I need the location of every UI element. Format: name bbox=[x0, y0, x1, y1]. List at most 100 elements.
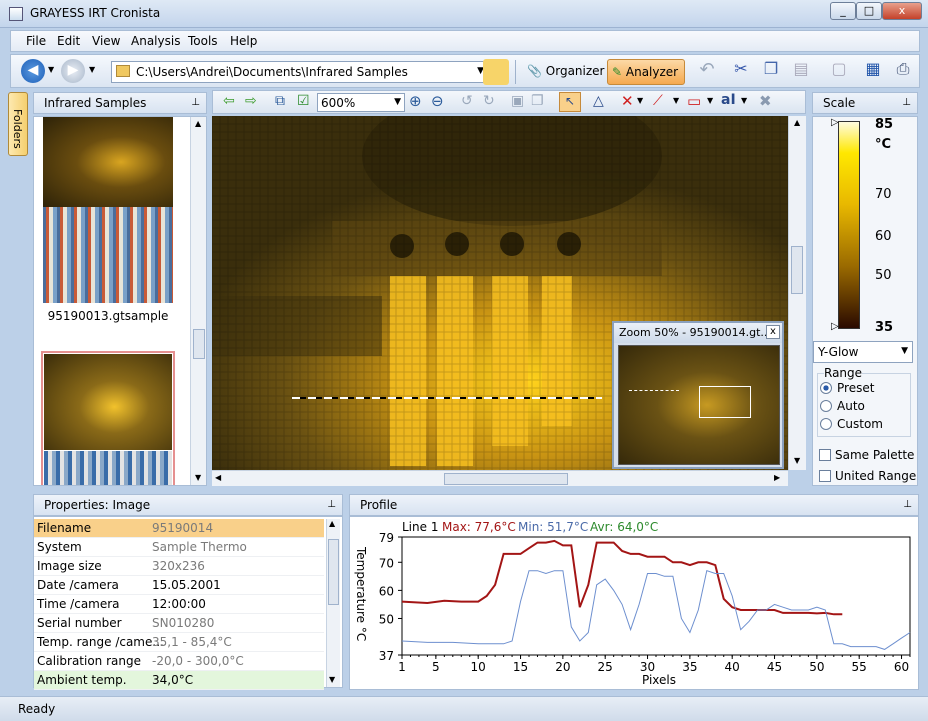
properties-scroll-thumb[interactable] bbox=[328, 539, 339, 605]
next-image-icon[interactable]: ⇨ bbox=[245, 93, 257, 109]
scale-max-label: 85 bbox=[875, 117, 894, 132]
scroll-down-icon[interactable]: ▼ bbox=[329, 675, 335, 684]
properties-scrollbar[interactable]: ▲ ▼ bbox=[326, 519, 340, 687]
property-row[interactable]: Image size 320x236 bbox=[34, 557, 324, 576]
image-vertical-scrollbar[interactable]: ▲ ▼ bbox=[788, 116, 806, 470]
triangle-tool-icon[interactable]: △ bbox=[593, 93, 604, 109]
scroll-up-icon[interactable]: ▲ bbox=[794, 118, 800, 127]
auto-radio[interactable] bbox=[820, 400, 832, 412]
image-horizontal-scrollbar[interactable]: ◀ ▶ bbox=[212, 470, 788, 486]
undo-icon[interactable]: ↶ bbox=[695, 59, 719, 85]
forward-dropdown-icon[interactable]: ▼ bbox=[89, 65, 95, 74]
menu-edit[interactable]: Edit bbox=[57, 34, 80, 48]
paste-icon[interactable]: ▤ bbox=[789, 59, 813, 85]
check-icon[interactable]: ☑ bbox=[297, 93, 310, 109]
property-row[interactable]: Serial number SN010280 bbox=[34, 614, 324, 633]
menu-help[interactable]: Help bbox=[230, 34, 257, 48]
rectangle-dropdown-icon[interactable]: ▼ bbox=[707, 96, 713, 105]
folder-up-icon[interactable] bbox=[483, 59, 509, 85]
thumbnails-title: Infrared Samples bbox=[44, 96, 147, 110]
delete-annotation-icon[interactable]: ✖ bbox=[759, 92, 772, 110]
image-scroll-thumb[interactable] bbox=[791, 246, 803, 294]
rectangle-tool-icon[interactable]: ▭ bbox=[687, 92, 701, 110]
menu-analysis[interactable]: Analysis bbox=[131, 34, 180, 48]
text-tool-icon[interactable]: aI bbox=[721, 92, 736, 108]
property-row[interactable]: Temp. range /came... 35,1 - 85,4°C bbox=[34, 633, 324, 652]
save-icon[interactable]: ▣ bbox=[511, 93, 524, 109]
back-dropdown-icon[interactable]: ▼ bbox=[48, 65, 54, 74]
pin-icon[interactable]: ⊥ bbox=[903, 499, 912, 510]
scroll-up-icon[interactable]: ▲ bbox=[195, 119, 201, 128]
profile-chart-panel: Line 1 Max: 77,6°C Min: 51,7°C Avr: 64,0… bbox=[349, 516, 919, 690]
scale-min-marker-icon[interactable]: ▷ bbox=[831, 321, 839, 332]
auto-label: Auto bbox=[837, 399, 865, 413]
zoom-window-close[interactable]: x bbox=[766, 325, 780, 339]
menu-tools[interactable]: Tools bbox=[188, 34, 218, 48]
color-scale-bar bbox=[838, 121, 860, 329]
menu-view[interactable]: View bbox=[92, 34, 120, 48]
line-tool-icon[interactable]: ⟋ bbox=[653, 93, 663, 109]
close-button[interactable]: x bbox=[882, 2, 922, 20]
point-tool-icon[interactable]: ✕ bbox=[621, 92, 634, 110]
custom-radio[interactable] bbox=[820, 418, 832, 430]
scroll-thumb[interactable] bbox=[193, 329, 205, 359]
pointer-tool-icon[interactable]: ↖ bbox=[559, 92, 581, 112]
cut-icon[interactable]: ✂ bbox=[729, 59, 753, 85]
properties-icon[interactable]: ▢ bbox=[827, 59, 851, 85]
point-dropdown-icon[interactable]: ▼ bbox=[637, 96, 643, 105]
scroll-up-icon[interactable]: ▲ bbox=[329, 519, 335, 528]
minimize-button[interactable]: _ bbox=[830, 2, 856, 20]
scale-max-marker-icon[interactable]: ▷ bbox=[831, 117, 839, 128]
palette-dropdown-icon[interactable]: ▼ bbox=[901, 346, 908, 356]
rotate-left-icon[interactable]: ↺ bbox=[461, 93, 473, 109]
rotate-right-icon[interactable]: ↻ bbox=[483, 93, 495, 109]
thumbnail-thermal-1[interactable] bbox=[43, 117, 173, 207]
zoom-combobox[interactable]: 600% ▼ bbox=[317, 93, 405, 112]
property-row[interactable]: Time /camera 12:00:00 bbox=[34, 595, 324, 614]
zoom-out-icon[interactable]: ⊖ bbox=[431, 92, 444, 110]
previous-image-icon[interactable]: ⇦ bbox=[223, 93, 235, 109]
palette-select[interactable]: Y-Glow ▼ bbox=[813, 341, 913, 363]
scroll-right-icon[interactable]: ▶ bbox=[774, 473, 780, 482]
same-palette-checkbox[interactable] bbox=[819, 449, 831, 461]
back-icon[interactable]: ◀ bbox=[21, 59, 45, 83]
thumbnail-photo-1[interactable] bbox=[43, 207, 173, 303]
image-hscroll-thumb[interactable] bbox=[444, 473, 568, 485]
property-row[interactable]: Date /camera 15.05.2001 bbox=[34, 576, 324, 595]
property-row[interactable]: Filename 95190014 bbox=[34, 519, 324, 538]
zoom-dropdown-icon[interactable]: ▼ bbox=[394, 97, 401, 107]
line-dropdown-icon[interactable]: ▼ bbox=[673, 96, 679, 105]
profile-title: Profile bbox=[360, 498, 398, 512]
export-icon[interactable]: ❐ bbox=[531, 93, 544, 109]
scroll-down-icon[interactable]: ▼ bbox=[195, 473, 201, 482]
pin-icon[interactable]: ⊥ bbox=[902, 97, 911, 108]
print-icon[interactable]: ⎙ bbox=[891, 59, 915, 85]
pin-icon[interactable]: ⊥ bbox=[327, 499, 336, 510]
fit-window-icon[interactable]: ⧉ bbox=[275, 93, 285, 109]
property-row[interactable]: System Sample Thermo bbox=[34, 538, 324, 557]
property-row[interactable]: Calibration range -20,0 - 300,0°C bbox=[34, 652, 324, 671]
address-combobox[interactable]: C:\Users\Andrei\Documents\Infrared Sampl… bbox=[111, 61, 489, 83]
analyzer-button[interactable]: ✎ Analyzer bbox=[607, 59, 685, 85]
menu-file[interactable]: File bbox=[26, 34, 46, 48]
zoom-window[interactable]: Zoom 50% - 95190014.gt... x bbox=[612, 321, 784, 469]
folders-tab[interactable]: Folders bbox=[8, 92, 28, 156]
thumbnail-selected[interactable] bbox=[41, 351, 175, 485]
property-key: Date /camera bbox=[37, 578, 119, 592]
layout-icon[interactable]: ▦ bbox=[861, 59, 885, 85]
text-dropdown-icon[interactable]: ▼ bbox=[741, 96, 747, 105]
scroll-left-icon[interactable]: ◀ bbox=[215, 473, 221, 482]
united-range-checkbox[interactable] bbox=[819, 470, 831, 482]
thumbnails-scrollbar[interactable]: ▲ ▼ bbox=[190, 117, 206, 485]
property-row[interactable]: Ambient temp. 34,0°C bbox=[34, 671, 324, 690]
pin-icon[interactable]: ⊥ bbox=[191, 97, 200, 108]
scroll-down-icon[interactable]: ▼ bbox=[794, 456, 800, 465]
preset-radio[interactable] bbox=[820, 382, 832, 394]
copy-icon[interactable]: ❐ bbox=[759, 59, 783, 85]
zoom-viewport-rect[interactable] bbox=[699, 386, 751, 418]
organizer-button[interactable]: 📎 Organizer bbox=[523, 59, 605, 85]
title-bar: GRAYESS IRT Cronista _ □ x bbox=[0, 0, 928, 28]
zoom-in-icon[interactable]: ⊕ bbox=[409, 92, 422, 110]
maximize-button[interactable]: □ bbox=[856, 2, 882, 20]
forward-icon[interactable]: ▶ bbox=[61, 59, 85, 83]
